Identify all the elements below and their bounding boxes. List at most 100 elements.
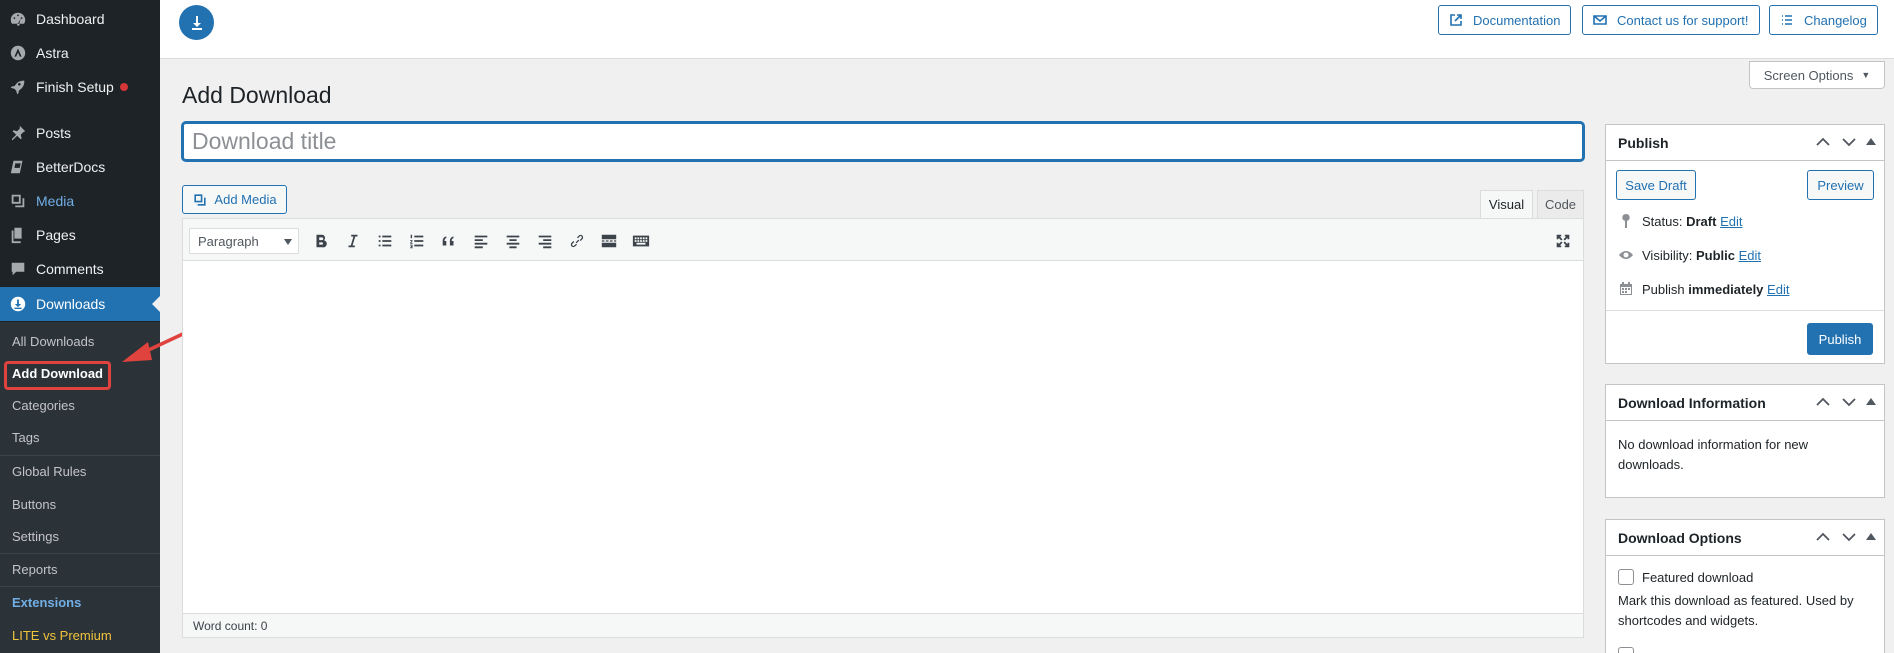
pin-icon xyxy=(1622,213,1630,228)
blockquote-button[interactable] xyxy=(437,229,461,253)
tab-visual[interactable]: Visual xyxy=(1480,190,1533,219)
save-draft-button[interactable]: Save Draft xyxy=(1616,170,1696,200)
second-option-checkbox[interactable] xyxy=(1618,647,1634,653)
featured-download-checkbox[interactable] xyxy=(1618,569,1634,585)
changelog-button[interactable]: Changelog xyxy=(1769,5,1878,35)
page-title: Add Download xyxy=(182,82,332,108)
publish-actions-divider xyxy=(1606,310,1884,311)
sidebar-item-label: Downloads xyxy=(36,296,106,312)
screen-options-button[interactable]: Screen Options ▼ xyxy=(1749,61,1885,89)
align-right-icon xyxy=(538,235,552,249)
edit-schedule-link[interactable]: Edit xyxy=(1767,282,1789,297)
dashboard-icon xyxy=(0,10,36,28)
italic-button[interactable] xyxy=(341,229,365,253)
bulleted-list-icon xyxy=(378,235,392,247)
download-information-header: Download Information xyxy=(1606,385,1884,421)
preview-button[interactable]: Preview xyxy=(1807,170,1874,200)
status-label: Status: xyxy=(1642,213,1683,229)
numbered-list-button[interactable] xyxy=(405,229,429,253)
sidebar-item-label: Astra xyxy=(36,45,69,61)
chevron-down-icon[interactable] xyxy=(1840,135,1858,149)
publish-box-title: Publish xyxy=(1618,134,1669,151)
editor-content-area[interactable] xyxy=(183,261,1583,595)
plugin-logo xyxy=(179,5,214,40)
sidebar-item-astra[interactable]: Astra xyxy=(0,36,160,70)
publish-button[interactable]: Publish xyxy=(1807,323,1873,355)
content-editor: Paragraph Word count: 0 xyxy=(182,218,1584,638)
align-center-button[interactable] xyxy=(501,229,525,253)
submenu-all-downloads[interactable]: All Downloads xyxy=(12,334,94,349)
sidebar-item-comments[interactable]: Comments xyxy=(0,252,160,286)
sidebar-item-betterdocs[interactable]: BetterDocs xyxy=(0,150,160,184)
align-left-button[interactable] xyxy=(469,229,493,253)
download-information-text: No download information for new download… xyxy=(1618,437,1809,472)
download-title-input[interactable] xyxy=(182,122,1584,161)
read-more-button[interactable] xyxy=(597,229,621,253)
edit-visibility-link[interactable]: Edit xyxy=(1739,248,1761,263)
contact-support-button[interactable]: Contact us for support! xyxy=(1582,5,1760,35)
chevron-down-icon[interactable] xyxy=(1840,395,1858,409)
caret-down-icon: ▼ xyxy=(1861,70,1871,80)
sidebar-item-posts[interactable]: Posts xyxy=(0,116,160,150)
collapse-toggle-icon[interactable] xyxy=(1866,398,1876,405)
collapse-toggle-icon[interactable] xyxy=(1866,138,1876,145)
status-value: Draft xyxy=(1686,213,1717,229)
submenu-separator xyxy=(0,586,160,587)
toolbar-toggle-button[interactable] xyxy=(629,229,653,253)
chevron-up-icon[interactable] xyxy=(1814,530,1832,544)
status-row: Status: Draft Edit xyxy=(1618,213,1742,229)
publish-schedule-row: Publish immediately Edit xyxy=(1618,281,1789,297)
publish-box-header: Publish xyxy=(1606,125,1884,161)
sidebar-item-dashboard[interactable]: Dashboard xyxy=(0,2,160,36)
docs-icon xyxy=(0,158,36,176)
fullscreen-button[interactable] xyxy=(1551,229,1575,253)
box-controls xyxy=(1814,530,1876,544)
media-icon xyxy=(0,192,36,210)
sidebar-item-downloads[interactable]: Downloads xyxy=(0,287,160,321)
chevron-down-icon[interactable] xyxy=(1840,530,1858,544)
submenu-settings[interactable]: Settings xyxy=(12,529,59,544)
format-select[interactable]: Paragraph xyxy=(189,228,299,254)
quote-icon xyxy=(442,236,454,246)
publish-label: Publish xyxy=(1642,281,1685,297)
chevron-up-icon[interactable] xyxy=(1814,135,1832,149)
submenu-lite-vs-premium[interactable]: LITE vs Premium xyxy=(12,628,112,643)
download-options-box: Download Options Featured download Mark … xyxy=(1605,519,1885,653)
sidebar-item-finish-setup[interactable]: Finish Setup xyxy=(0,70,160,104)
eye-icon xyxy=(1619,251,1633,259)
link-icon xyxy=(570,234,584,248)
bold-icon xyxy=(316,234,327,248)
sidebar-item-label: Media xyxy=(36,193,75,209)
bold-button[interactable] xyxy=(309,229,333,253)
changelog-label: Changelog xyxy=(1804,12,1867,28)
astra-icon xyxy=(0,44,36,62)
align-right-button[interactable] xyxy=(533,229,557,253)
tab-code[interactable]: Code xyxy=(1537,190,1584,219)
sidebar-item-pages[interactable]: Pages xyxy=(0,218,160,252)
bulleted-list-button[interactable] xyxy=(373,229,397,253)
visibility-row: Visibility: Public Edit xyxy=(1618,247,1761,263)
editor-status-bar: Word count: 0 xyxy=(183,613,1583,637)
edit-status-link[interactable]: Edit xyxy=(1720,214,1742,229)
chevron-up-icon[interactable] xyxy=(1814,395,1832,409)
align-center-icon xyxy=(506,235,520,249)
sidebar-item-label: Dashboard xyxy=(36,11,105,27)
insert-link-button[interactable] xyxy=(565,229,589,253)
visibility-label: Visibility: xyxy=(1642,247,1693,263)
collapse-toggle-icon[interactable] xyxy=(1866,533,1876,540)
submenu-reports[interactable]: Reports xyxy=(12,562,58,577)
documentation-button[interactable]: Documentation xyxy=(1438,5,1572,35)
format-select-value: Paragraph xyxy=(198,233,259,249)
box-controls xyxy=(1814,395,1876,409)
visibility-value: Public xyxy=(1695,247,1735,263)
publish-box: Publish Save Draft Preview Status: Draft… xyxy=(1605,124,1885,364)
submenu-categories[interactable]: Categories xyxy=(12,398,75,413)
add-media-button[interactable]: Add Media xyxy=(182,185,287,214)
submenu-tags[interactable]: Tags xyxy=(12,430,39,445)
submenu-buttons[interactable]: Buttons xyxy=(12,497,56,512)
sidebar-item-media[interactable]: Media xyxy=(0,184,160,218)
plugin-header: Documentation Contact us for support! Ch… xyxy=(160,0,1894,59)
submenu-extensions[interactable]: Extensions xyxy=(12,595,81,610)
list-icon xyxy=(1782,15,1792,25)
submenu-global-rules[interactable]: Global Rules xyxy=(12,464,86,479)
